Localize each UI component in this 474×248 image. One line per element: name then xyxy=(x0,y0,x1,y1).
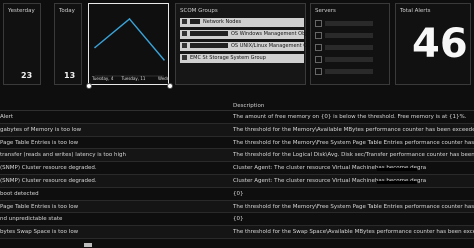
server-icon xyxy=(315,20,322,27)
server-icon xyxy=(315,56,322,63)
alert-name: (SNMP) Cluster resource degraded. xyxy=(0,177,97,184)
chart-svg xyxy=(94,17,165,77)
table-row[interactable]: nd unpredictable state {0} xyxy=(0,213,474,227)
redaction xyxy=(190,42,228,48)
scrollbar-thumb[interactable] xyxy=(84,243,92,247)
resize-handle-right[interactable] xyxy=(167,83,173,89)
groups-label: SCOM Groups xyxy=(180,8,218,14)
redaction xyxy=(325,45,373,50)
group-item-emc[interactable]: EMC St Storage System Group xyxy=(180,54,304,63)
alert-name: Alert xyxy=(0,114,14,120)
alert-description-text: Cluster Agent: The cluster resource Virt… xyxy=(233,165,375,172)
alert-description: The threshold for the Memory\Free System… xyxy=(233,203,474,210)
alert-description: Cluster Agent: The cluster resource Virt… xyxy=(233,178,474,184)
resize-handle-left[interactable] xyxy=(86,83,92,89)
chart-point xyxy=(163,59,165,61)
group-item-label: EMC St Storage System Group xyxy=(190,55,266,61)
alert-description: The threshold for the Swap Space\Availab… xyxy=(233,229,474,236)
chart-point xyxy=(94,46,96,49)
redaction xyxy=(325,57,373,62)
alert-description: The amount of free memory on {0} is belo… xyxy=(233,114,467,120)
group-item-label: OS UNIX/Linux Management Object xyxy=(231,43,320,49)
server-icon xyxy=(315,68,322,75)
total-alerts-tile[interactable]: Total Alerts 46 xyxy=(395,3,471,85)
server-item[interactable] xyxy=(315,20,385,27)
redaction xyxy=(325,69,373,74)
table-row[interactable]: (SNMP) Cluster resource degraded. Cluster… xyxy=(0,162,474,175)
group-icon xyxy=(182,18,187,24)
servers-tile[interactable]: Servers xyxy=(310,3,390,85)
alert-description: The threshold for the Logical Disk\Avg. … xyxy=(233,152,474,159)
server-item[interactable] xyxy=(315,68,385,75)
group-item-windows[interactable]: OS Windows Management Objects - xyxy=(180,30,320,39)
alert-name: nd unpredictable state xyxy=(0,216,63,223)
group-item-label: OS Windows Management Objects - xyxy=(231,31,321,37)
today-tile[interactable]: Today 13 xyxy=(54,3,82,85)
alert-description-text: Cluster Agent: The cluster resource Virt… xyxy=(233,177,375,184)
alert-description: Cluster Agent: The cluster resource Virt… xyxy=(233,165,474,172)
redaction xyxy=(376,168,417,172)
server-icon xyxy=(315,44,322,51)
total-alerts-value: 46 xyxy=(412,21,468,67)
table-row[interactable]: (SNMP) Cluster resource degraded. Cluster… xyxy=(0,174,474,188)
group-icon xyxy=(182,30,187,36)
alert-name: bytes Swap Space is too low xyxy=(0,229,79,236)
chart-x-tick-label: Tuesday, 11 xyxy=(121,76,146,81)
chart-series-line xyxy=(94,17,165,61)
redaction xyxy=(325,21,373,26)
table-row[interactable]: Page Table Entries is too low The thresho… xyxy=(0,137,474,150)
yesterday-value: 23 xyxy=(21,71,33,80)
alert-description: {0} xyxy=(233,216,244,223)
table-row[interactable]: Page Table Entries is too low The thresho… xyxy=(0,200,474,214)
group-item-label: Network Nodes xyxy=(203,19,242,25)
server-item[interactable] xyxy=(315,44,385,51)
redaction xyxy=(325,33,373,38)
table-row[interactable]: gabytes of Memory is too low The threshol… xyxy=(0,123,474,137)
table-header: Description xyxy=(0,100,474,111)
chart-x-tick-label: Wedn xyxy=(158,76,170,81)
alerts-trend-chart[interactable]: Tuesday, 4 Tuesday, 11 Wedn xyxy=(88,3,169,85)
alert-name: boot detected xyxy=(0,190,39,197)
redaction xyxy=(376,180,417,184)
table-row[interactable]: transfer (reads and writes) latency is t… xyxy=(0,149,474,163)
alert-description: {0} xyxy=(233,190,244,197)
server-icon xyxy=(315,32,322,39)
group-icon xyxy=(182,42,187,48)
yesterday-tile[interactable]: Yesterday 23 xyxy=(3,3,41,85)
total-alerts-label: Total Alerts xyxy=(400,8,431,14)
group-item-unix[interactable]: OS UNIX/Linux Management Object xyxy=(180,42,320,51)
table-row[interactable]: bytes Swap Space is too low The threshold… xyxy=(0,226,474,239)
alert-name: Page Table Entries is too low xyxy=(0,203,79,210)
today-label: Today xyxy=(59,8,75,14)
yesterday-label: Yesterday xyxy=(8,8,35,14)
servers-label: Servers xyxy=(315,8,336,14)
table-row[interactable]: boot detected {0} xyxy=(0,188,474,201)
alert-name: gabytes of Memory is too low xyxy=(0,126,82,133)
group-item-network-nodes[interactable]: Network Nodes xyxy=(180,18,304,27)
alert-name: transfer (reads and writes) latency is t… xyxy=(0,152,127,159)
alert-description: The threshold for the Memory\Available M… xyxy=(233,126,474,133)
chart-point xyxy=(128,18,131,20)
alerts-table: Description Alert The amount of free memo… xyxy=(0,100,474,239)
alert-name: Page Table Entries is too low xyxy=(0,139,79,146)
redaction xyxy=(190,30,228,36)
server-item[interactable] xyxy=(315,56,385,63)
chart-x-tick-label: Tuesday, 4 xyxy=(92,76,114,81)
alert-name: (SNMP) Cluster resource degraded. xyxy=(0,165,97,172)
redaction xyxy=(190,18,200,24)
group-icon xyxy=(182,54,187,60)
server-item[interactable] xyxy=(315,32,385,39)
today-value: 13 xyxy=(64,71,76,80)
scom-groups-tile[interactable]: SCOM Groups Network Nodes OS Windows Man… xyxy=(175,3,320,85)
table-row[interactable]: Alert The amount of free memory on {0} is… xyxy=(0,111,474,124)
alert-description: The threshold for the Memory\Free System… xyxy=(233,139,474,146)
column-header-description[interactable]: Description xyxy=(233,103,474,109)
